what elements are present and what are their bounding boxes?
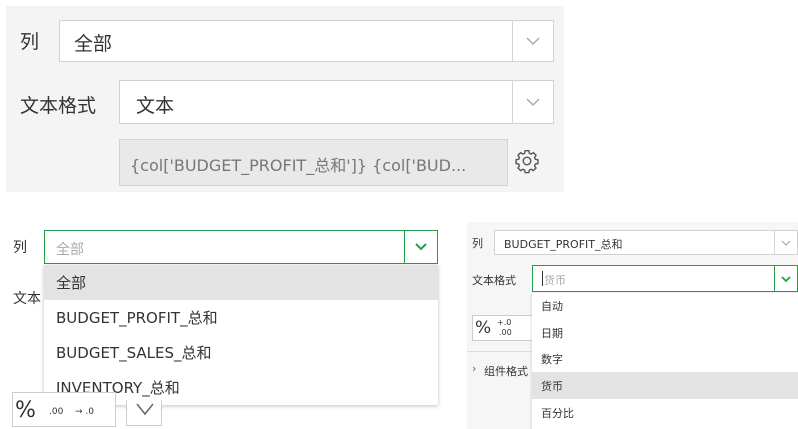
chevron-down-icon[interactable] (512, 21, 553, 61)
expression-text: {col['BUDGET_PROFIT_总和']} {col['BUD... (130, 156, 467, 175)
dropdown-option[interactable]: 日期 (532, 320, 798, 346)
decrease-decimal-button[interactable]: .00 (49, 407, 63, 417)
bottom-left-panel: 列 全部 文本 全部 BUDGET_PROFIT_总和 BUDGET_SALES… (6, 218, 453, 429)
section-divider (467, 351, 531, 352)
chevron-down-icon[interactable] (774, 266, 797, 291)
column-select-value: 全部 (74, 33, 113, 55)
dropdown-option[interactable]: 数字 (532, 346, 798, 372)
format-label: 文本 (13, 291, 41, 307)
dropdown-option[interactable]: 自动 (532, 293, 798, 319)
format-select-value: 文本 (136, 95, 175, 117)
format-label: 文本格式 (472, 274, 516, 287)
chevron-down-icon[interactable] (404, 231, 437, 263)
chevron-down-icon[interactable] (512, 81, 553, 123)
column-select-placeholder: 全部 (56, 242, 84, 258)
section-label[interactable]: 组件格式 (484, 363, 531, 379)
increase-decimal-button[interactable]: +.0 (497, 318, 511, 327)
column-select[interactable]: 全部 (59, 20, 554, 62)
dropdown-menu: 全部 BUDGET_PROFIT_总和 BUDGET_SALES_总和 INVE… (44, 265, 438, 405)
format-select-value: 货币 (544, 274, 566, 287)
dropdown-option[interactable]: 百分比 (532, 399, 798, 427)
dropdown-menu: 自动 日期 数字 货币 百分比 (532, 293, 798, 429)
percent-button[interactable]: % (15, 398, 36, 423)
column-label: 列 (13, 240, 27, 256)
column-select[interactable]: 全部 (44, 230, 438, 264)
top-panel: 列 全部 文本格式 文本 {col['BUDGET_PROFIT_总和']} {… (6, 6, 564, 192)
format-label: 文本格式 (20, 95, 97, 117)
dropdown-option[interactable]: 全部 (44, 265, 438, 300)
column-select[interactable]: BUDGET_PROFIT_总和 (494, 230, 798, 255)
chevron-right-icon[interactable]: › (472, 362, 476, 375)
dropdown-option[interactable]: BUDGET_PROFIT_总和 (44, 300, 438, 335)
column-select-value: BUDGET_PROFIT_总和 (504, 238, 623, 251)
gear-icon[interactable] (514, 148, 540, 174)
chevron-down-icon[interactable] (126, 400, 162, 426)
decrease-decimal-button[interactable]: .00 (499, 328, 512, 337)
dropdown-option[interactable]: BUDGET_SALES_总和 (44, 335, 438, 370)
column-label: 列 (20, 31, 40, 53)
column-label: 列 (472, 237, 483, 250)
chevron-down-icon[interactable] (774, 231, 797, 254)
increase-decimal-button[interactable]: → .0 (75, 407, 94, 417)
number-toolbar: % +.0 .00 (472, 315, 538, 341)
dropdown-option[interactable]: 货币 (532, 372, 798, 399)
number-toolbar: % .00 → .0 (12, 392, 116, 427)
text-cursor (542, 271, 543, 286)
percent-button[interactable]: % (475, 318, 491, 338)
format-select[interactable]: 文本 (119, 80, 554, 124)
format-select[interactable]: 货币 (532, 265, 798, 292)
bottom-right-panel: 列 BUDGET_PROFIT_总和 文本格式 货币 % +.0 .00 › 组… (467, 222, 798, 429)
expression-field[interactable]: {col['BUDGET_PROFIT_总和']} {col['BUD... (119, 139, 508, 186)
